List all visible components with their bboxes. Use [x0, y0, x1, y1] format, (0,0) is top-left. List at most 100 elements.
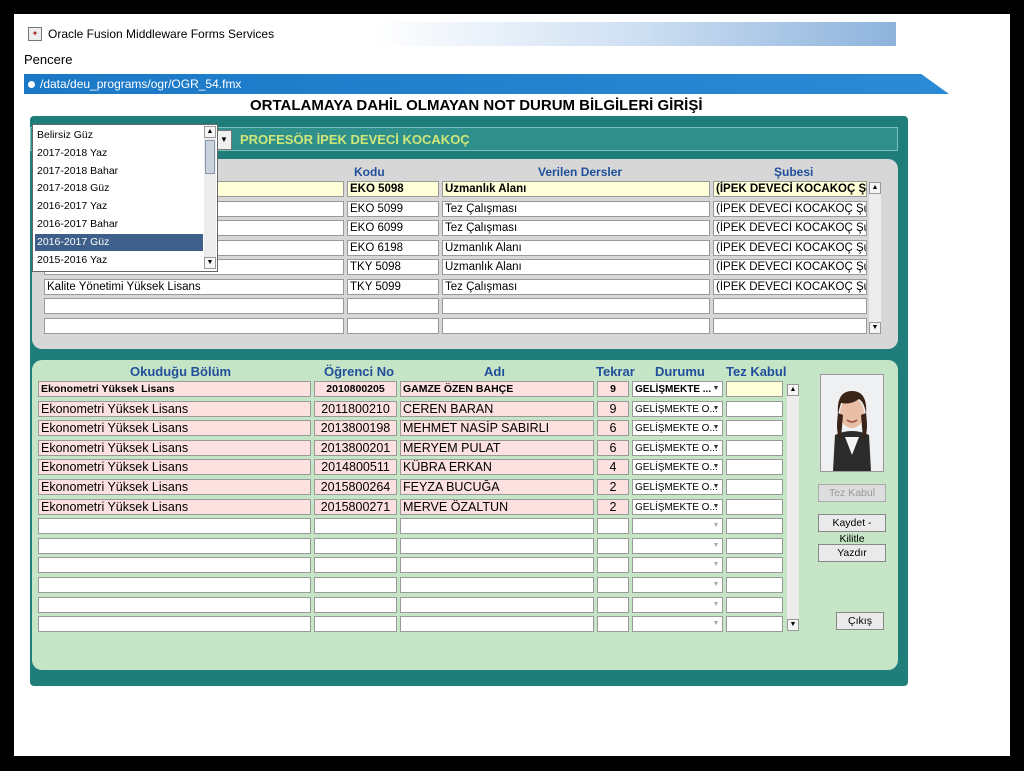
course-cell-course[interactable]: Tez Çalışması: [442, 220, 710, 236]
status-select[interactable]: GELİŞMEKTE O... ▼: [632, 400, 723, 417]
scroll-up-icon[interactable]: ▲: [787, 384, 799, 396]
term-option[interactable]: Belirsiz Güz: [35, 127, 203, 144]
term-dropdown-button[interactable]: ▼: [216, 130, 232, 150]
scroll-up-icon[interactable]: ▲: [869, 182, 881, 194]
student-cell-name[interactable]: MERYEM PULAT: [400, 439, 594, 456]
student-cell-no[interactable]: [314, 616, 397, 633]
status-select[interactable]: GELİŞMEKTE O... ▼: [632, 459, 723, 476]
course-cell-section[interactable]: (İPEK DEVECİ KOCAKOÇ Şube: [713, 278, 867, 295]
scroll-down-icon[interactable]: ▼: [204, 257, 216, 269]
student-cell-dept[interactable]: [38, 518, 311, 535]
student-cell-dept[interactable]: [38, 557, 311, 574]
status-select[interactable]: ▼: [632, 596, 723, 613]
student-cell-no[interactable]: [314, 537, 397, 554]
chevron-down-icon[interactable]: ▼: [711, 599, 721, 611]
student-cell-no[interactable]: [314, 577, 397, 593]
chevron-down-icon[interactable]: ▼: [711, 442, 721, 454]
status-select[interactable]: GELİŞMEKTE O... ▼: [632, 439, 723, 456]
student-cell-name[interactable]: GAMZE ÖZEN BAHÇE: [400, 381, 594, 397]
chevron-down-icon[interactable]: ▼: [711, 559, 721, 571]
tez-kabul-button[interactable]: Tez Kabul: [818, 484, 886, 502]
course-cell-code[interactable]: [347, 298, 439, 314]
thesis-checkbox-cell[interactable]: [726, 518, 783, 535]
student-cell-repeat[interactable]: 9: [597, 400, 629, 417]
course-cell-code[interactable]: EKO 6198: [347, 239, 439, 256]
student-cell-name[interactable]: [400, 557, 594, 574]
course-cell-section[interactable]: [713, 298, 867, 314]
student-cell-dept[interactable]: [38, 616, 311, 633]
student-cell-name[interactable]: MERVE ÖZALTUN: [400, 498, 594, 515]
course-cell-section[interactable]: (İPEK DEVECİ KOCAKOÇ Şube: [713, 239, 867, 256]
thesis-checkbox-cell[interactable]: [726, 459, 783, 476]
term-list-popup[interactable]: Belirsiz Güz 2017-2018 Yaz 2017-2018 Bahar…: [32, 124, 218, 272]
status-select[interactable]: ▼: [632, 557, 723, 574]
course-cell-section[interactable]: (İPEK DEVECİ KOCAKOÇ Şube: [713, 200, 867, 217]
course-cell-code[interactable]: EKO 5098: [347, 181, 439, 197]
student-cell-name[interactable]: [400, 518, 594, 535]
thesis-checkbox-cell[interactable]: [726, 577, 783, 593]
student-cell-name[interactable]: [400, 537, 594, 554]
status-select[interactable]: ▼: [632, 537, 723, 554]
thesis-checkbox-cell[interactable]: [726, 616, 783, 633]
student-cell-no[interactable]: 2014800511: [314, 459, 397, 476]
student-cell-no[interactable]: [314, 557, 397, 574]
student-cell-dept[interactable]: Ekonometri Yüksek Lisans: [38, 439, 311, 456]
student-cell-repeat[interactable]: 2: [597, 479, 629, 495]
chevron-down-icon[interactable]: ▼: [711, 461, 721, 473]
student-cell-dept[interactable]: [38, 596, 311, 613]
student-cell-dept[interactable]: Ekonometri Yüksek Lisans: [38, 400, 311, 417]
menu-pencere[interactable]: Pencere: [24, 52, 72, 67]
student-cell-no[interactable]: 2011800210: [314, 400, 397, 417]
student-cell-repeat[interactable]: [597, 537, 629, 554]
student-cell-dept[interactable]: [38, 537, 311, 554]
term-option[interactable]: 2016-2017 Bahar: [35, 216, 203, 233]
status-select[interactable]: GELİŞMEKTE O... ▼: [632, 498, 723, 515]
thesis-checkbox-cell[interactable]: [726, 439, 783, 456]
student-cell-no[interactable]: 2010800205: [314, 381, 397, 397]
student-cell-no[interactable]: 2015800264: [314, 479, 397, 495]
student-cell-name[interactable]: MEHMET NASİP SABIRLI: [400, 420, 594, 437]
student-cell-dept[interactable]: [38, 577, 311, 593]
student-cell-name[interactable]: [400, 596, 594, 613]
thesis-checkbox-cell[interactable]: [726, 479, 783, 495]
course-cell-code[interactable]: TKY 5098: [347, 259, 439, 275]
chevron-down-icon[interactable]: ▼: [711, 422, 721, 434]
course-cell-course[interactable]: [442, 298, 710, 314]
chevron-down-icon[interactable]: ▼: [711, 618, 721, 630]
thesis-checkbox-cell[interactable]: [726, 400, 783, 417]
chevron-down-icon[interactable]: ▼: [711, 540, 721, 552]
thesis-checkbox-cell[interactable]: [726, 557, 783, 574]
thesis-checkbox-cell[interactable]: [726, 537, 783, 554]
student-cell-repeat[interactable]: 9: [597, 381, 629, 397]
status-select[interactable]: GELİŞMEKTE ... ▼: [632, 381, 723, 397]
term-option[interactable]: 2015-2016 Yaz: [35, 252, 203, 269]
student-cell-dept[interactable]: Ekonometri Yüksek Lisans: [38, 498, 311, 515]
courses-scrollbar[interactable]: ▲ ▼: [869, 182, 881, 334]
term-option[interactable]: 2016-2017 Güz: [35, 233, 203, 251]
term-option[interactable]: 2017-2018 Güz: [35, 180, 203, 197]
course-cell-course[interactable]: Uzmanlık Alanı: [442, 259, 710, 275]
course-cell-code[interactable]: TKY 5099: [347, 278, 439, 295]
chevron-down-icon[interactable]: ▼: [711, 579, 721, 591]
student-cell-repeat[interactable]: [597, 557, 629, 574]
scroll-up-icon[interactable]: ▲: [204, 126, 216, 138]
term-list-scrollbar[interactable]: ▲ ▼: [204, 126, 216, 269]
term-option[interactable]: 2017-2018 Bahar: [35, 163, 203, 180]
thesis-checkbox-cell[interactable]: [726, 420, 783, 437]
kaydet-kilitle-button[interactable]: Kaydet - Kilitle: [818, 514, 886, 545]
student-cell-name[interactable]: [400, 616, 594, 633]
student-cell-dept[interactable]: Ekonometri Yüksek Lisans: [38, 420, 311, 437]
student-cell-dept[interactable]: Ekonometri Yüksek Lisans: [38, 479, 311, 495]
yazdir-button[interactable]: Yazdır: [818, 544, 886, 562]
status-select[interactable]: ▼: [632, 616, 723, 633]
scroll-down-icon[interactable]: ▼: [869, 322, 881, 334]
student-cell-repeat[interactable]: [597, 518, 629, 535]
thesis-checkbox-cell[interactable]: [726, 381, 783, 397]
term-option[interactable]: 2016-2017 Yaz: [35, 198, 203, 215]
chevron-down-icon[interactable]: ▼: [711, 481, 721, 493]
course-cell-program[interactable]: [44, 317, 344, 334]
term-option[interactable]: 2017-2018 Yaz: [35, 145, 203, 162]
student-cell-repeat[interactable]: 2: [597, 498, 629, 515]
course-cell-section[interactable]: (İPEK DEVECİ KOCAKOÇ Şube: [713, 259, 867, 275]
course-cell-section[interactable]: (İPEK DEVECİ KOCAKOÇ Şubesi): [713, 181, 867, 197]
